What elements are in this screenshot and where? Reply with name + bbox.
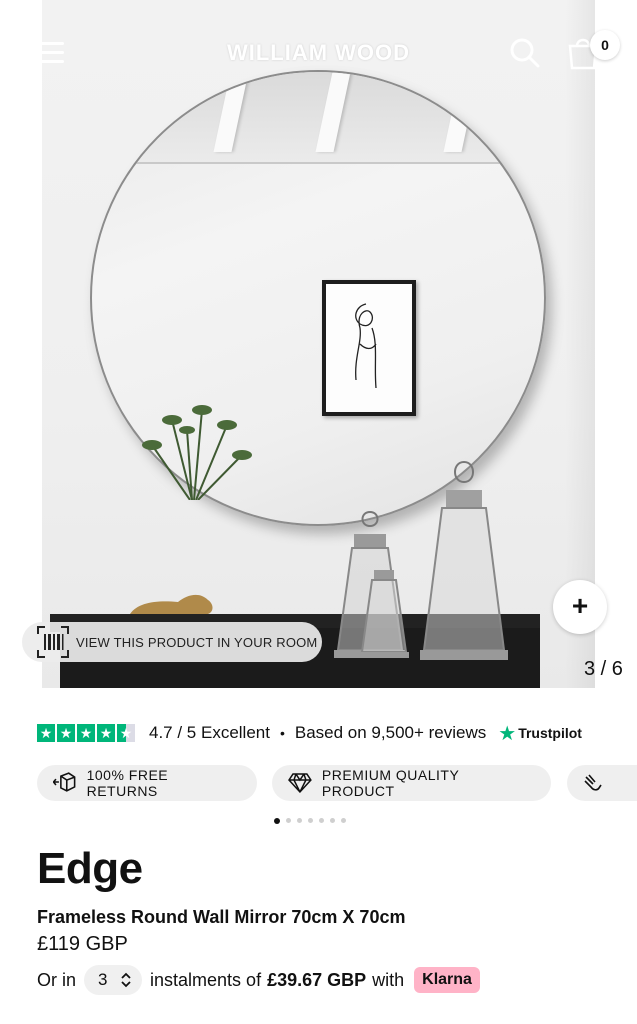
diamond-icon	[288, 773, 312, 793]
separator-dot: •	[279, 725, 285, 741]
carousel-dot[interactable]	[341, 818, 346, 823]
trustpilot-brand-label: Trustpilot	[518, 725, 582, 741]
hand-icon	[584, 774, 602, 791]
instalments-count-value: 3	[98, 970, 108, 989]
instalments-middle-text: instalments of	[150, 969, 262, 990]
search-icon[interactable]	[508, 36, 540, 68]
large-lantern	[420, 461, 508, 660]
usp-badges-carousel[interactable]: 100% FREE RETURNS PREMIUM QUALITY PRODUC…	[37, 765, 637, 803]
rating-score: 4.7 / 5 Excellent	[149, 723, 270, 742]
carousel-dot[interactable]	[286, 818, 291, 823]
instalments-prefix: Or in	[37, 969, 77, 990]
klarna-logo[interactable]: Klarna	[414, 967, 480, 993]
carousel-dot-active[interactable]	[274, 817, 280, 824]
instalments-count-select[interactable]: 3	[84, 965, 143, 995]
product-image-gallery[interactable]: WILLIAM WOOD 0 + VIEW THIS PRODUCT IN YO…	[0, 0, 637, 688]
badge-free-returns[interactable]: 100% FREE RETURNS	[37, 765, 257, 801]
carousel-dot[interactable]	[308, 818, 313, 823]
star-icon: ★	[97, 724, 115, 742]
reflected-wall-edge	[122, 162, 522, 164]
badge-label: PREMIUM QUALITY PRODUCT	[321, 767, 460, 799]
star-icon: ★	[37, 724, 55, 742]
mini-lantern	[359, 570, 409, 658]
star-icon: ★	[77, 724, 95, 742]
badge-label: 100% FREE RETURNS	[86, 767, 169, 799]
carousel-dot[interactable]	[319, 818, 324, 823]
image-counter: 3 / 6	[584, 658, 623, 680]
badge-premium-quality[interactable]: PREMIUM QUALITY PRODUCT	[272, 765, 551, 801]
trustpilot-rating[interactable]: ★ ★ ★ ★ ★ 4.7 / 5 Excellent • Based on 9…	[37, 720, 617, 746]
instalments-amount: £39.67 GBP	[267, 969, 367, 990]
carousel-dot[interactable]	[297, 818, 302, 823]
product-subtitle: Frameless Round Wall Mirror 70cm X 70cm	[37, 907, 406, 927]
chevron-up-down-icon	[121, 972, 131, 988]
klarna-instalments: Or in 3 instalments of £39.67 GBP with K…	[37, 965, 480, 995]
gold-leopard-ornament	[130, 594, 213, 614]
product-price: £119 GBP	[37, 933, 128, 955]
hamburger-menu-icon[interactable]	[36, 40, 66, 66]
reflected-framed-art	[322, 280, 416, 416]
badge-partial[interactable]	[567, 765, 637, 801]
brand-logo[interactable]: WILLIAM WOOD	[200, 40, 437, 66]
return-box-icon	[53, 772, 76, 792]
zoom-button[interactable]: +	[553, 580, 607, 634]
carousel-dot[interactable]	[330, 818, 335, 823]
star-icon: ★	[57, 724, 75, 742]
trustpilot-logo: ★ Trustpilot	[498, 721, 582, 746]
carousel-dots	[274, 817, 346, 824]
review-count: Based on 9,500+ reviews	[294, 723, 487, 742]
product-title: Edge	[37, 844, 143, 893]
potted-plant	[142, 405, 252, 500]
view-in-room-label: VIEW THIS PRODUCT IN YOUR ROOM	[76, 634, 318, 650]
half-star-icon: ★	[117, 724, 135, 742]
instalments-with-text: with	[372, 969, 405, 990]
ar-barcode-icon	[37, 626, 69, 658]
line-art-figure	[355, 303, 377, 389]
trustpilot-stars: ★ ★ ★ ★ ★	[37, 724, 135, 742]
view-in-room-button[interactable]: VIEW THIS PRODUCT IN YOUR ROOM	[22, 622, 322, 662]
trustpilot-star-icon: ★	[498, 722, 517, 745]
cart-count-badge[interactable]: 0	[590, 30, 620, 60]
